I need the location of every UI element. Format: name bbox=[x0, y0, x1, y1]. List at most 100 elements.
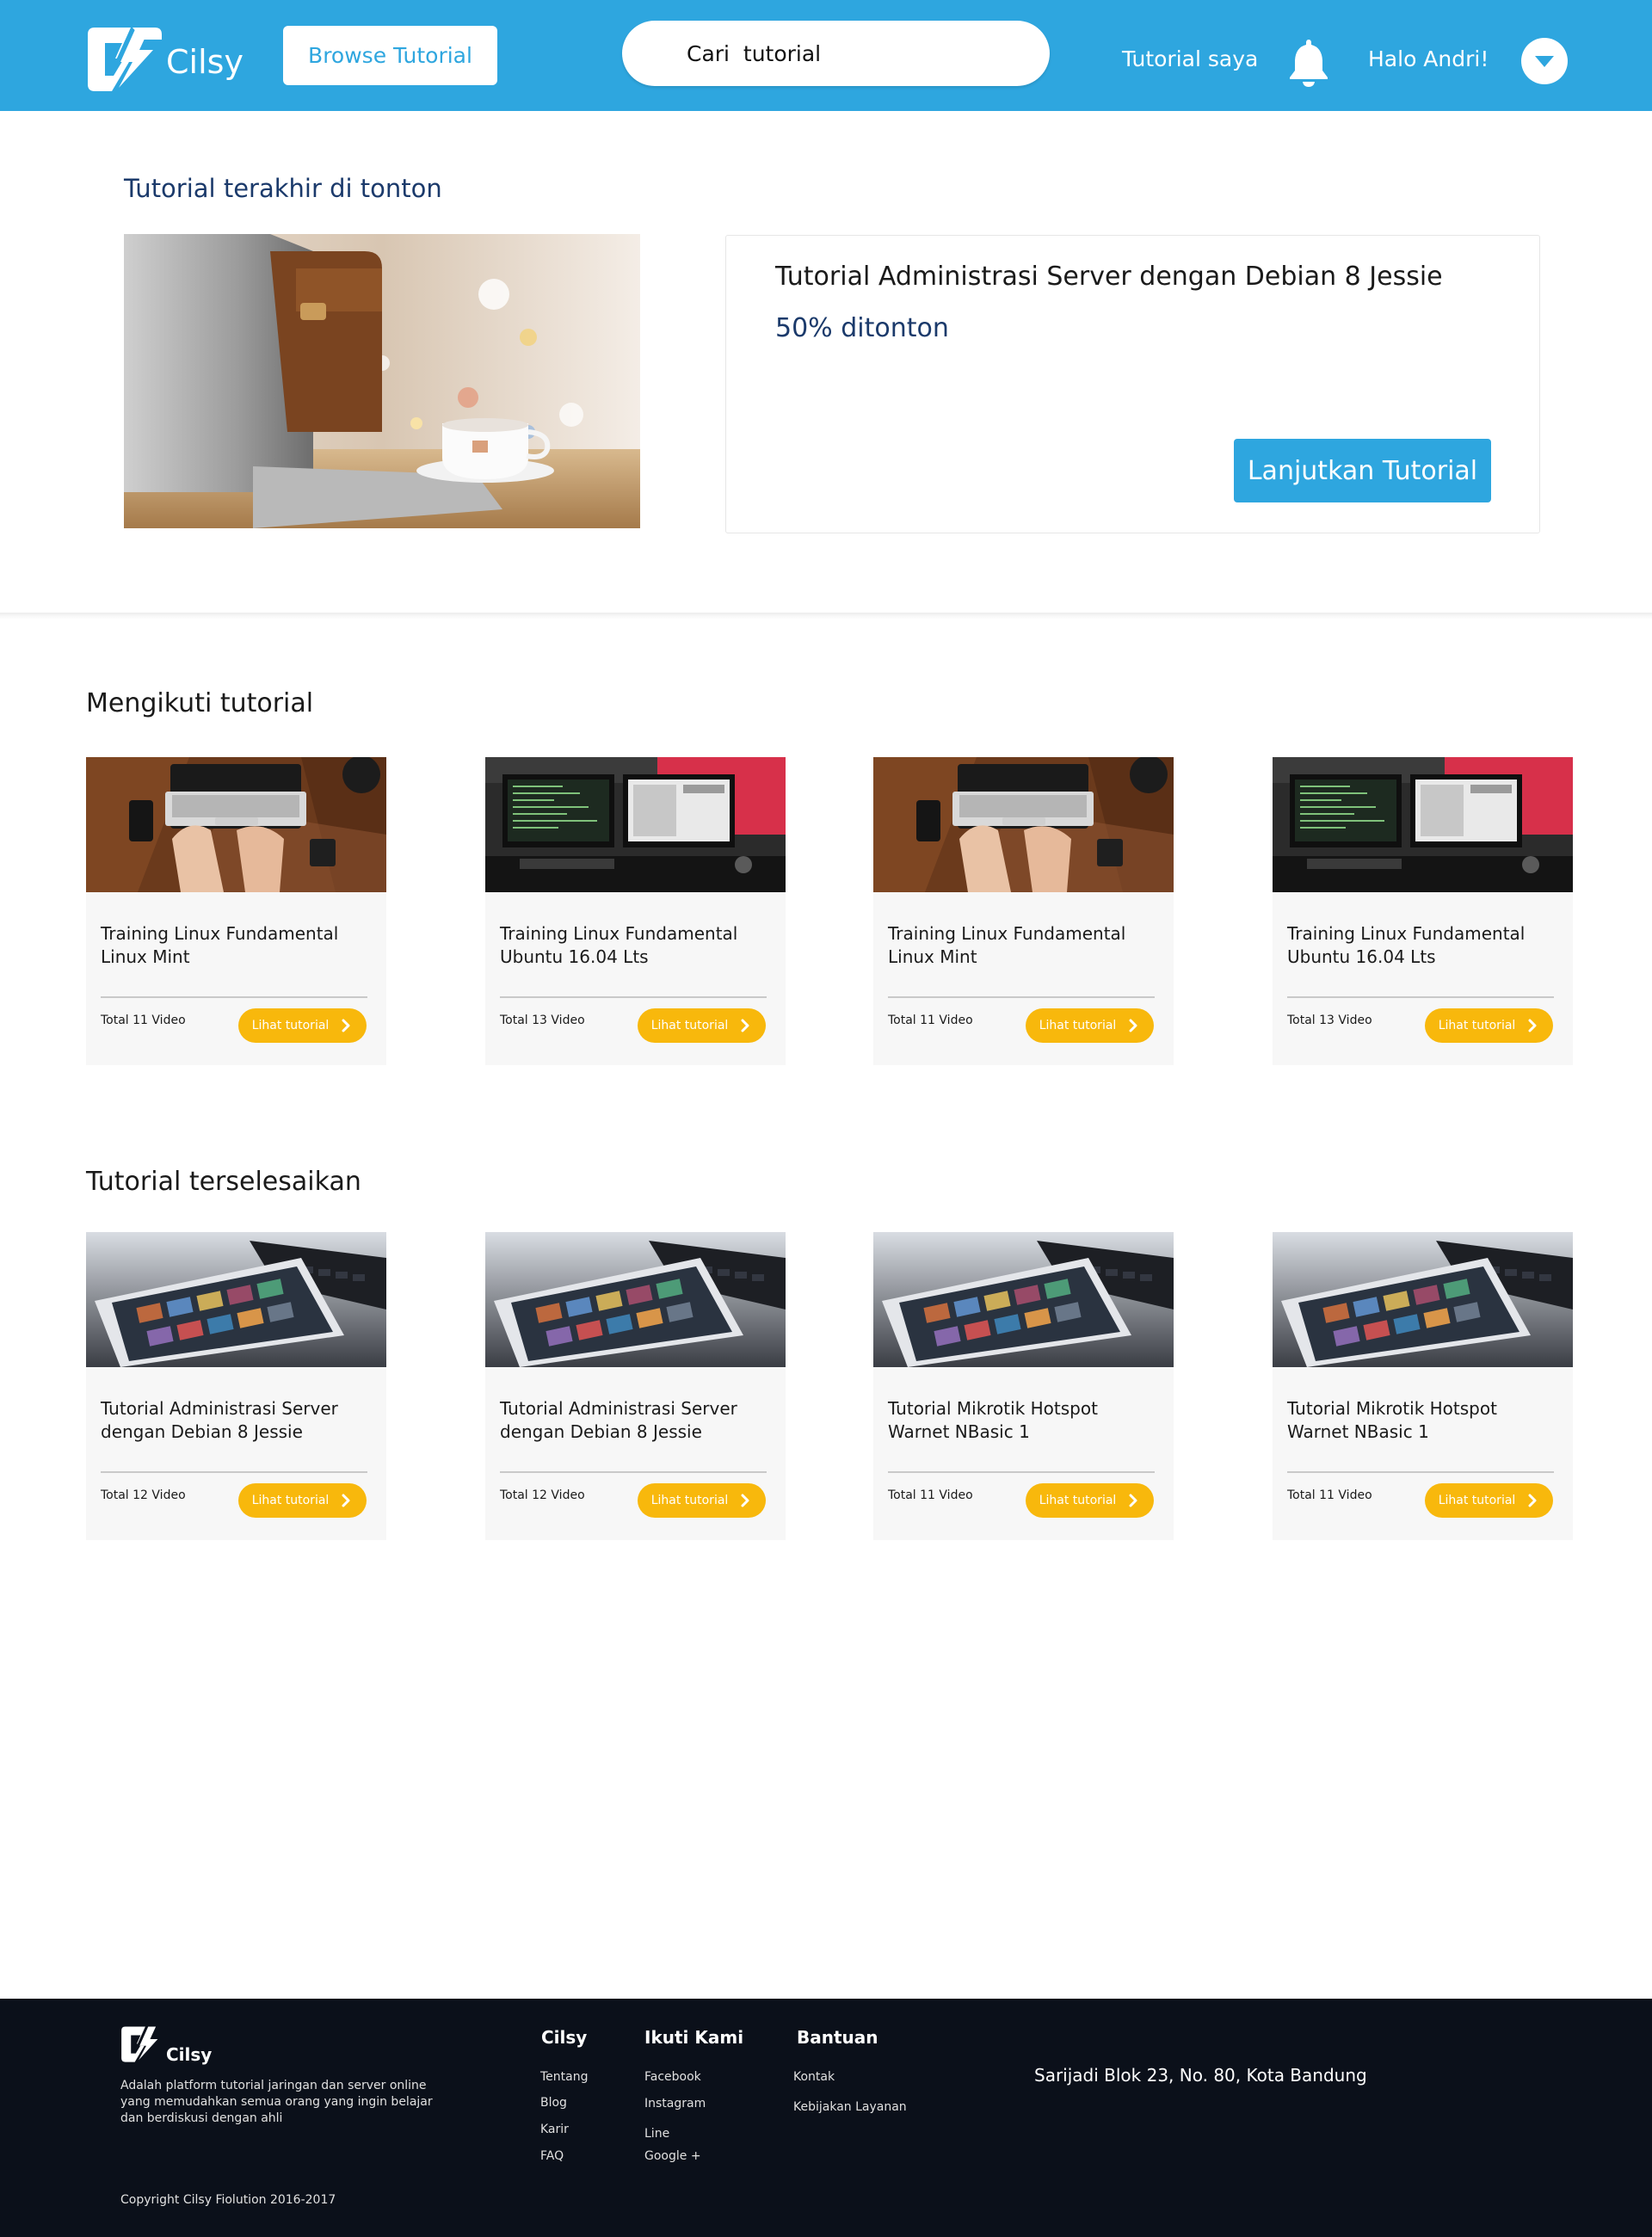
footer-copyright: Copyright Cilsy Fiolution 2016-2017 bbox=[120, 2193, 336, 2207]
view-tutorial-label: Lihat tutorial bbox=[251, 1494, 330, 1507]
card-thumbnail[interactable] bbox=[485, 1232, 786, 1367]
following-heading: Mengikuti tutorial bbox=[86, 688, 314, 718]
card-divider bbox=[101, 996, 367, 998]
user-greeting[interactable]: Halo Andri! bbox=[1368, 46, 1489, 71]
card-divider bbox=[888, 996, 1155, 998]
bell-icon[interactable] bbox=[1287, 38, 1330, 88]
card-title[interactable]: Tutorial Mikrotik Hotspot Warnet NBasic … bbox=[1287, 1397, 1563, 1444]
view-tutorial-label: Lihat tutorial bbox=[1039, 1019, 1117, 1032]
chevron-down-icon bbox=[1535, 56, 1554, 67]
chevron-right-icon bbox=[1526, 1494, 1539, 1507]
card-title[interactable]: Training Linux Fundamental Ubuntu 16.04 … bbox=[500, 922, 775, 969]
footer-link-kontak[interactable]: Kontak bbox=[793, 2070, 835, 2084]
tutorial-card[interactable]: Tutorial Mikrotik Hotspot Warnet NBasic … bbox=[1273, 1232, 1573, 1540]
chevron-right-icon bbox=[339, 1019, 353, 1032]
footer-link-line[interactable]: Line bbox=[644, 2127, 669, 2141]
view-tutorial-button[interactable]: Lihat tutorial bbox=[238, 1008, 367, 1043]
view-tutorial-button[interactable]: Lihat tutorial bbox=[1425, 1483, 1553, 1518]
footer-description: Adalah platform tutorial jaringan dan se… bbox=[120, 2079, 433, 2125]
tutorial-card[interactable]: Training Linux Fundamental Ubuntu 16.04 … bbox=[1273, 757, 1573, 1065]
top-navbar: Cilsy Browse Tutorial Tutorial saya Halo… bbox=[0, 0, 1652, 111]
search-bar[interactable] bbox=[622, 21, 1050, 86]
view-tutorial-label: Lihat tutorial bbox=[650, 1019, 729, 1032]
browse-tutorial-button[interactable]: Browse Tutorial bbox=[283, 26, 497, 85]
footer: Cilsy Adalah platform tutorial jaringan … bbox=[0, 1999, 1652, 2237]
view-tutorial-label: Lihat tutorial bbox=[1438, 1494, 1516, 1507]
view-tutorial-button[interactable]: Lihat tutorial bbox=[638, 1483, 766, 1518]
section-divider bbox=[0, 613, 1652, 619]
chevron-right-icon bbox=[339, 1494, 353, 1507]
last-watched-title[interactable]: Tutorial Administrasi Server dengan Debi… bbox=[775, 262, 1443, 292]
footer-brand: Cilsy bbox=[166, 2044, 213, 2065]
card-divider bbox=[500, 1471, 767, 1473]
tutorial-card[interactable]: Training Linux Fundamental Ubuntu 16.04 … bbox=[485, 757, 786, 1065]
video-count: Total 11 Video bbox=[101, 1014, 186, 1027]
card-title[interactable]: Tutorial Administrasi Server dengan Debi… bbox=[500, 1397, 775, 1444]
view-tutorial-button[interactable]: Lihat tutorial bbox=[638, 1008, 766, 1043]
tutorial-card[interactable]: Training Linux Fundamental Linux Mint Tot… bbox=[86, 757, 386, 1065]
video-count: Total 13 Video bbox=[1287, 1014, 1372, 1027]
card-divider bbox=[1287, 1471, 1554, 1473]
card-title[interactable]: Training Linux Fundamental Linux Mint bbox=[101, 922, 376, 969]
view-tutorial-button[interactable]: Lihat tutorial bbox=[1026, 1008, 1154, 1043]
tutorial-card[interactable]: Training Linux Fundamental Linux Mint Tot… bbox=[873, 757, 1174, 1065]
card-thumbnail[interactable] bbox=[86, 757, 386, 892]
tutorial-card[interactable]: Tutorial Mikrotik Hotspot Warnet NBasic … bbox=[873, 1232, 1174, 1540]
video-count: Total 11 Video bbox=[888, 1014, 973, 1027]
chevron-right-icon bbox=[1126, 1494, 1140, 1507]
continue-tutorial-button[interactable]: Lanjutkan Tutorial bbox=[1234, 439, 1491, 502]
chevron-right-icon bbox=[738, 1494, 752, 1507]
chevron-right-icon bbox=[1126, 1019, 1140, 1032]
tutorial-card[interactable]: Tutorial Administrasi Server dengan Debi… bbox=[485, 1232, 786, 1540]
footer-link-tentang[interactable]: Tentang bbox=[540, 2070, 589, 2084]
chevron-right-icon bbox=[1526, 1019, 1539, 1032]
footer-address: Sarijadi Blok 23, No. 80, Kota Bandung bbox=[1034, 2065, 1367, 2086]
view-tutorial-button[interactable]: Lihat tutorial bbox=[1425, 1008, 1553, 1043]
card-thumbnail[interactable] bbox=[1273, 1232, 1573, 1367]
footer-col-title-help: Bantuan bbox=[797, 2027, 878, 2048]
footer-col-title-cilsy: Cilsy bbox=[541, 2027, 588, 2048]
video-count: Total 13 Video bbox=[500, 1014, 585, 1027]
card-thumbnail[interactable] bbox=[86, 1232, 386, 1367]
view-tutorial-button[interactable]: Lihat tutorial bbox=[238, 1483, 367, 1518]
footer-link-kebijakan[interactable]: Kebijakan Layanan bbox=[793, 2100, 907, 2114]
view-tutorial-button[interactable]: Lihat tutorial bbox=[1026, 1483, 1154, 1518]
footer-link-blog[interactable]: Blog bbox=[540, 2096, 567, 2110]
completed-heading: Tutorial terselesaikan bbox=[86, 1167, 361, 1197]
card-thumbnail[interactable] bbox=[485, 757, 786, 892]
video-count: Total 11 Video bbox=[888, 1488, 973, 1502]
card-thumbnail[interactable] bbox=[873, 1232, 1174, 1367]
video-count: Total 12 Video bbox=[101, 1488, 186, 1502]
cilsy-logo-icon[interactable] bbox=[120, 2024, 163, 2063]
tutorial-card[interactable]: Tutorial Administrasi Server dengan Debi… bbox=[86, 1232, 386, 1540]
view-tutorial-label: Lihat tutorial bbox=[650, 1494, 729, 1507]
card-title[interactable]: Training Linux Fundamental Ubuntu 16.04 … bbox=[1287, 922, 1563, 969]
footer-link-instagram[interactable]: Instagram bbox=[644, 2097, 706, 2111]
brand-name[interactable]: Cilsy bbox=[166, 43, 243, 81]
card-title[interactable]: Training Linux Fundamental Linux Mint bbox=[888, 922, 1163, 969]
video-count: Total 11 Video bbox=[1287, 1488, 1372, 1502]
card-thumbnail[interactable] bbox=[1273, 757, 1573, 892]
card-divider bbox=[1287, 996, 1554, 998]
view-tutorial-label: Lihat tutorial bbox=[251, 1019, 330, 1032]
card-divider bbox=[101, 1471, 367, 1473]
chevron-right-icon bbox=[738, 1019, 752, 1032]
footer-link-google-plus[interactable]: Google + bbox=[644, 2149, 701, 2163]
footer-link-karir[interactable]: Karir bbox=[540, 2123, 569, 2136]
card-title[interactable]: Tutorial Administrasi Server dengan Debi… bbox=[101, 1397, 376, 1444]
last-watched-thumbnail[interactable] bbox=[124, 234, 640, 528]
user-menu-button[interactable] bbox=[1521, 38, 1568, 84]
watch-progress-text: 50% ditonton bbox=[775, 313, 949, 343]
card-title[interactable]: Tutorial Mikrotik Hotspot Warnet NBasic … bbox=[888, 1397, 1163, 1444]
footer-link-facebook[interactable]: Facebook bbox=[644, 2070, 701, 2084]
last-watched-card: Tutorial Administrasi Server dengan Debi… bbox=[725, 235, 1540, 533]
footer-link-faq[interactable]: FAQ bbox=[540, 2149, 564, 2163]
cilsy-logo-icon[interactable] bbox=[86, 24, 163, 93]
search-input[interactable] bbox=[687, 38, 1031, 69]
last-watched-heading: Tutorial terakhir di tonton bbox=[124, 174, 442, 203]
my-tutorials-link[interactable]: Tutorial saya bbox=[1122, 46, 1258, 71]
footer-col-title-follow: Ikuti Kami bbox=[644, 2027, 744, 2048]
laptop-coffee-image bbox=[124, 234, 640, 528]
card-thumbnail[interactable] bbox=[873, 757, 1174, 892]
card-divider bbox=[500, 996, 767, 998]
